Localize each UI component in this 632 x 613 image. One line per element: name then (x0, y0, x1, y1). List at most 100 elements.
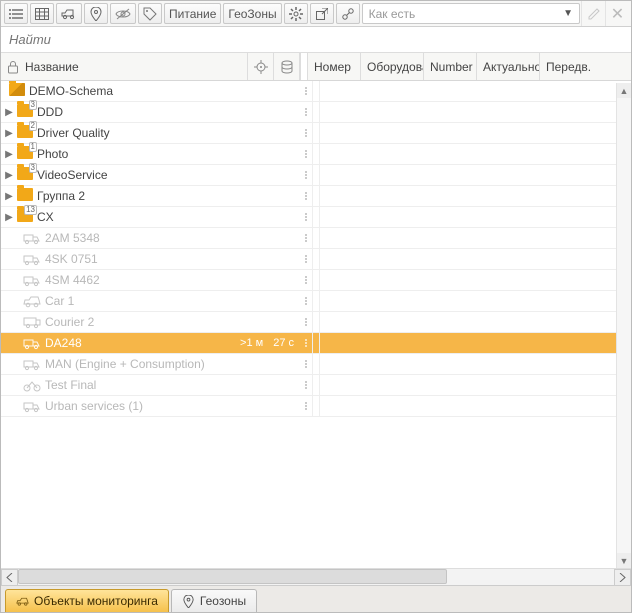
col-number[interactable]: Number (424, 53, 477, 80)
vehicle-icon (23, 231, 41, 245)
caret-icon[interactable]: ▶ (5, 191, 13, 202)
tree-folder[interactable]: ▶ Группа 2 (1, 186, 631, 207)
vehicle-icon (23, 294, 41, 308)
tree-label: 4SK 0751 (45, 252, 98, 266)
row-menu-icon[interactable] (300, 402, 312, 410)
tree-root[interactable]: DEMO-Schema (1, 81, 631, 102)
tree-label: DEMO-Schema (29, 84, 113, 98)
col-name[interactable]: Название (1, 53, 248, 80)
row-menu-icon[interactable] (300, 360, 312, 368)
tree-folder[interactable]: ▶2Driver Quality (1, 123, 631, 144)
row-menu-icon[interactable] (300, 213, 312, 221)
tree-label: CX (37, 210, 54, 224)
bottom-tabs: Объекты мониторинга Геозоны (1, 585, 631, 612)
row-menu-icon[interactable] (300, 234, 312, 242)
view-dropdown[interactable]: Как есть ▼ (362, 3, 580, 24)
row-menu-icon[interactable] (300, 129, 312, 137)
view-dropdown-value: Как есть (369, 7, 416, 21)
tree-vehicle[interactable]: DA248 >1 м27 с (1, 333, 631, 354)
row-menu-icon[interactable] (300, 276, 312, 284)
tree-label: 2AM 5348 (45, 231, 100, 245)
row-menu-icon[interactable] (300, 150, 312, 158)
scroll-down-icon[interactable]: ▼ (617, 553, 631, 568)
search-input[interactable] (1, 27, 631, 52)
caret-icon[interactable]: ▶ (5, 128, 13, 139)
tree-label: Test Final (45, 378, 96, 392)
link-icon[interactable] (336, 3, 360, 24)
tree-label: Группа 2 (37, 189, 85, 203)
chevron-down-icon: ▼ (563, 8, 573, 19)
vehicle-icon (23, 336, 41, 350)
tree-label: DA248 (45, 336, 82, 350)
tree-folder[interactable]: ▶13CX (1, 207, 631, 228)
visibility-icon[interactable] (110, 3, 136, 24)
close-icon[interactable]: ✕ (605, 1, 629, 26)
row-timing: >1 м27 с (240, 337, 300, 349)
lock-icon (7, 60, 19, 74)
tree-vehicle[interactable]: MAN (Engine + Consumption) (1, 354, 631, 375)
col-equipment[interactable]: Оборудова... (361, 53, 424, 80)
row-menu-icon[interactable] (300, 192, 312, 200)
power-button[interactable]: Питание (164, 3, 221, 24)
col-target[interactable] (248, 53, 274, 80)
col-number-ru[interactable]: Номер (308, 53, 361, 80)
car-icon (16, 595, 29, 608)
tab-objects[interactable]: Объекты мониторинга (5, 589, 169, 612)
v-scrollbar[interactable]: ▲ ▼ (616, 83, 631, 568)
folder-badge: 2 (29, 121, 37, 131)
col-pred[interactable]: Передв. (540, 53, 631, 80)
pin-icon[interactable] (84, 3, 108, 24)
tree-folder[interactable]: ▶3VideoService (1, 165, 631, 186)
vehicles-icon[interactable] (56, 3, 82, 24)
scroll-right-icon[interactable] (614, 569, 631, 586)
list-view-icon[interactable] (4, 3, 28, 24)
tree-label: DDD (37, 105, 63, 119)
gear-icon[interactable] (284, 3, 308, 24)
caret-icon[interactable]: ▶ (5, 107, 13, 118)
col-data[interactable] (274, 53, 300, 80)
edit-icon[interactable] (581, 1, 605, 26)
tree-vehicle[interactable]: Car 1 (1, 291, 631, 312)
pin-icon (182, 595, 195, 608)
h-scroll-thumb[interactable] (18, 569, 447, 584)
grid-view-icon[interactable] (30, 3, 54, 24)
tree-vehicle[interactable]: 2AM 5348 (1, 228, 631, 249)
row-menu-icon[interactable] (300, 297, 312, 305)
folder-badge: 3 (29, 100, 37, 110)
h-scrollbar[interactable] (1, 568, 631, 585)
row-menu-icon[interactable] (300, 318, 312, 326)
tab-geozones[interactable]: Геозоны (171, 589, 257, 612)
toolbar: Питание ГеоЗоны Как есть ▼ ✕ (1, 1, 631, 27)
vehicle-icon (23, 273, 41, 287)
tree-vehicle[interactable]: Test Final (1, 375, 631, 396)
tree-label: MAN (Engine + Consumption) (45, 357, 205, 371)
row-menu-icon[interactable] (300, 108, 312, 116)
tree-folder[interactable]: ▶1Photo (1, 144, 631, 165)
tree-label: Urban services (1) (45, 399, 143, 413)
tree-vehicle[interactable]: 4SM 4462 (1, 270, 631, 291)
row-menu-icon[interactable] (300, 255, 312, 263)
scroll-up-icon[interactable]: ▲ (617, 83, 631, 98)
vehicle-icon (23, 315, 41, 329)
row-menu-icon[interactable] (300, 381, 312, 389)
col-actual[interactable]: Актуально... (477, 53, 540, 80)
vehicle-icon (23, 378, 41, 392)
tree-vehicle[interactable]: 4SK 0751 (1, 249, 631, 270)
row-menu-icon[interactable] (300, 171, 312, 179)
caret-icon[interactable]: ▶ (5, 170, 13, 181)
tree-label: VideoService (37, 168, 108, 182)
tree-vehicle[interactable]: Urban services (1) (1, 396, 631, 417)
row-menu-icon[interactable] (300, 339, 312, 347)
tag-icon[interactable] (138, 3, 162, 24)
tree-vehicle[interactable]: Courier 2 (1, 312, 631, 333)
tree-label: Car 1 (45, 294, 74, 308)
scroll-left-icon[interactable] (1, 569, 18, 586)
vehicle-icon (23, 357, 41, 371)
row-menu-icon[interactable] (300, 87, 312, 95)
popout-icon[interactable] (310, 3, 334, 24)
caret-icon[interactable]: ▶ (5, 212, 13, 223)
column-header: Название Номер Оборудова... Number Актуа… (1, 53, 631, 81)
caret-icon[interactable]: ▶ (5, 149, 13, 160)
tree-folder[interactable]: ▶ 3DDD (1, 102, 631, 123)
geozones-button[interactable]: ГеоЗоны (223, 3, 281, 24)
